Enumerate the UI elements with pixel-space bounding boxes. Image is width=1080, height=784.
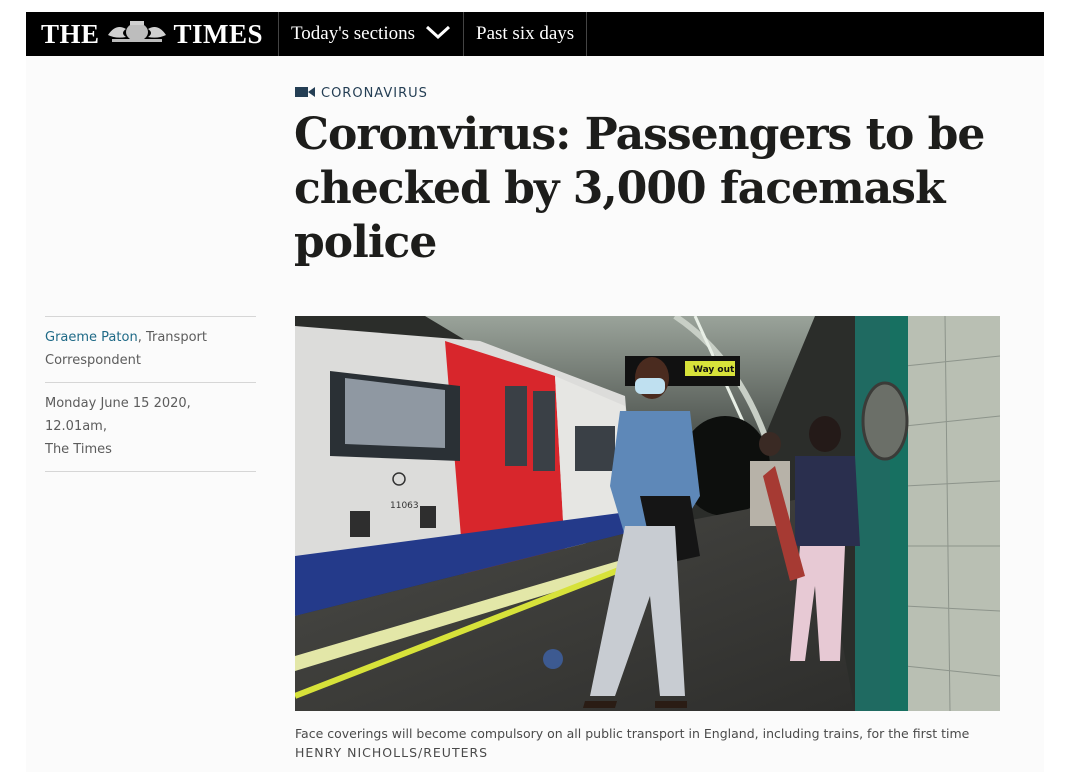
publish-date: Monday June 15 2020, 12.01am,: [45, 396, 191, 434]
todays-sections-menu[interactable]: Today's sections: [278, 12, 463, 56]
photo-caption: Face coverings will become compulsory on…: [295, 726, 970, 741]
article-headline: Coronvirus: Passengers to be checked by …: [294, 109, 985, 268]
author-link[interactable]: Graeme Paton: [45, 330, 138, 345]
top-navigation-bar: THE TIMES Today's sections Past six days: [26, 12, 1044, 56]
todays-sections-label: Today's sections: [291, 23, 415, 44]
page: THE TIMES Today's sections Past six days: [26, 12, 1044, 772]
logo-text-times: TIMES: [173, 18, 264, 49]
royal-crest-icon: [106, 19, 168, 50]
video-camera-icon: [295, 86, 315, 101]
author-block: Graeme Paton, Transport Correspondent: [45, 316, 256, 382]
train-number: 11063: [390, 501, 419, 511]
article-photo[interactable]: 11063 Way out: [295, 316, 1000, 711]
section-name: CORONAVIRUS: [321, 86, 428, 101]
photo-credit: HENRY NICHOLLS/REUTERS: [295, 745, 489, 760]
section-label[interactable]: CORONAVIRUS: [295, 86, 428, 101]
logo-text-the: THE: [40, 18, 100, 49]
times-logo[interactable]: THE TIMES: [26, 12, 278, 56]
chevron-down-icon: [425, 23, 451, 45]
photo-caption-block: Face coverings will become compulsory on…: [295, 724, 1015, 762]
past-six-days-label: Past six days: [476, 23, 575, 44]
article-byline: Graeme Paton, Transport Correspondent Mo…: [45, 316, 256, 472]
dateline-block: Monday June 15 2020, 12.01am, The Times: [45, 382, 256, 472]
exit-sign-text: Way out: [693, 365, 735, 375]
publication-name: The Times: [45, 442, 112, 457]
past-six-days-link[interactable]: Past six days: [463, 12, 588, 56]
